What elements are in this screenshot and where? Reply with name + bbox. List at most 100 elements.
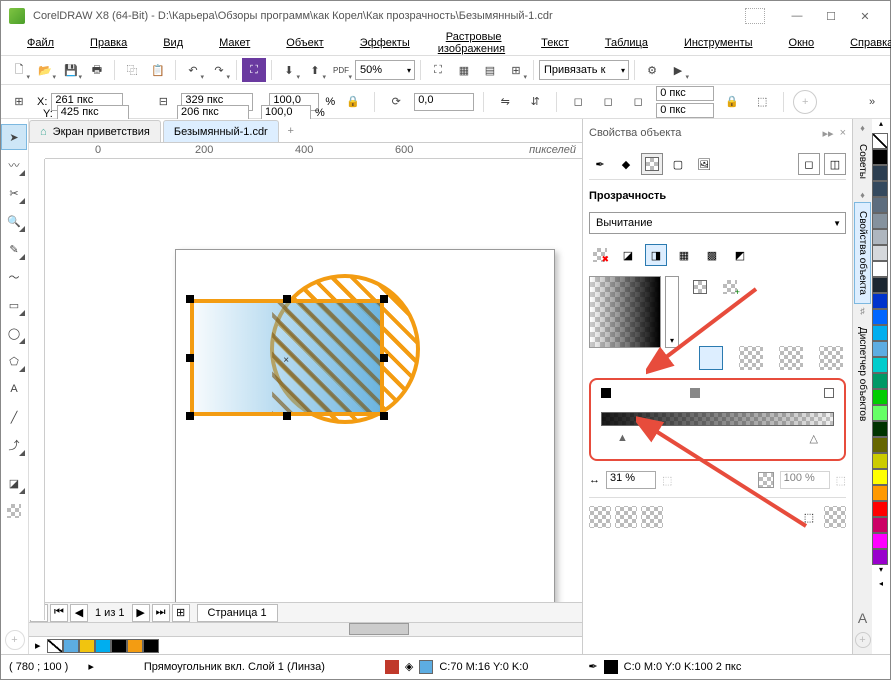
open-button[interactable]: 📂 xyxy=(33,58,57,82)
palette-color[interactable] xyxy=(872,517,888,533)
opacity-1-input[interactable]: 31 % xyxy=(606,471,656,489)
palette-color[interactable] xyxy=(872,501,888,517)
conical-gradient-button[interactable] xyxy=(779,346,803,370)
next-page-button[interactable]: ▶ xyxy=(132,604,150,622)
mirror-h-button[interactable]: ⇋ xyxy=(493,90,517,114)
object-manager-tab[interactable]: Диспетчер объектов xyxy=(854,318,871,430)
mode-2-button[interactable]: ◫ xyxy=(824,153,846,175)
rectangle-object[interactable]: × xyxy=(190,299,384,416)
fill-tab[interactable]: ◆ xyxy=(615,153,637,175)
reverse-icon[interactable]: ↔ xyxy=(589,474,600,486)
palette-color[interactable] xyxy=(872,421,888,437)
snap-select[interactable]: Привязать к xyxy=(539,60,629,80)
palette-up-button[interactable]: ▴ xyxy=(872,119,890,133)
toolbox-add-button[interactable]: + xyxy=(5,630,25,650)
object-properties-side-tab[interactable]: Свойства объекта xyxy=(854,202,871,304)
artistic-media-tool[interactable]: 〜 xyxy=(1,264,27,290)
menu-effects[interactable]: Эффекты xyxy=(344,35,426,51)
apply-fill-button[interactable] xyxy=(589,506,611,528)
palette-color[interactable] xyxy=(872,485,888,501)
pdf-button[interactable]: PDF xyxy=(329,58,353,82)
add-page-after-button[interactable]: ⊞ xyxy=(172,604,190,622)
user-icon[interactable] xyxy=(745,8,765,24)
copy-transparency-button[interactable] xyxy=(824,506,846,528)
last-page-button[interactable]: ⏭ xyxy=(152,604,170,622)
search-button[interactable]: ⛶ xyxy=(242,58,266,82)
pattern-transparency-button[interactable]: ▦ xyxy=(673,244,695,266)
menu-table[interactable]: Таблица xyxy=(589,35,664,51)
palette-color[interactable] xyxy=(872,149,888,165)
color-swatch[interactable] xyxy=(143,639,159,653)
rectangular-gradient-button[interactable] xyxy=(819,346,843,370)
fill-diamond-icon[interactable]: ◈ xyxy=(405,660,413,673)
palette-color[interactable] xyxy=(872,437,888,453)
texture-transparency-button[interactable]: ◩ xyxy=(729,244,751,266)
palette-down-button[interactable]: ▾ xyxy=(872,565,890,579)
outline-pen-icon[interactable]: ✒ xyxy=(588,660,597,673)
menu-object[interactable]: Объект xyxy=(270,35,339,51)
palette-color[interactable] xyxy=(872,357,888,373)
import-button[interactable]: ⬇ xyxy=(277,58,301,82)
menu-window[interactable]: Окно xyxy=(773,35,831,51)
snap-options-button[interactable]: ⊞ xyxy=(504,58,528,82)
palette-arrow[interactable]: ▸ xyxy=(35,639,41,652)
bitmap-tab[interactable]: 🖼 xyxy=(693,153,715,175)
shape-tool[interactable]: 〰 xyxy=(1,152,27,178)
add-docker-button[interactable]: + xyxy=(855,632,871,648)
document-tab[interactable]: Безымянный-1.cdr xyxy=(163,120,279,142)
gradient-slider[interactable] xyxy=(601,412,834,426)
node-color-swatch[interactable] xyxy=(758,472,774,488)
mirror-v-button[interactable]: ⇵ xyxy=(523,90,547,114)
palette-color[interactable] xyxy=(872,181,888,197)
gradient-picker-dropdown[interactable]: ▾ xyxy=(665,276,679,348)
gradient-stop-start[interactable] xyxy=(601,388,611,398)
no-transparency-button[interactable]: ✖ xyxy=(589,244,611,266)
palette-color[interactable] xyxy=(872,229,888,245)
docker-obj-icon[interactable]: ♦ xyxy=(860,190,865,200)
menu-view[interactable]: Вид xyxy=(147,35,199,51)
palette-color[interactable] xyxy=(872,389,888,405)
zoom-select[interactable]: 50% xyxy=(355,60,415,80)
color-swatch[interactable] xyxy=(79,639,95,653)
new-tab-button[interactable]: + xyxy=(281,120,301,142)
color-swatch[interactable] xyxy=(63,639,79,653)
apply-both-button[interactable] xyxy=(641,506,663,528)
welcome-tab[interactable]: ⌂ Экран приветствия xyxy=(29,120,161,142)
first-page-button[interactable]: ⏮ xyxy=(50,604,68,622)
fullscreen-button[interactable]: ⛶ xyxy=(426,58,450,82)
copy-button[interactable]: ⿻ xyxy=(120,58,144,82)
menu-text[interactable]: Текст xyxy=(525,35,585,51)
color-swatch[interactable] xyxy=(127,639,143,653)
transparency-tool[interactable] xyxy=(1,498,27,524)
polygon-tool[interactable]: ⬠ xyxy=(1,348,27,374)
panel-undock-icon[interactable]: ▸▸ xyxy=(823,127,834,140)
text-tool[interactable]: A xyxy=(1,376,27,402)
minimize-button[interactable]: — xyxy=(780,4,814,28)
palette-color[interactable] xyxy=(872,405,888,421)
vertical-ruler[interactable] xyxy=(29,159,45,620)
gradient-preview[interactable] xyxy=(589,276,661,348)
selection-handle[interactable] xyxy=(186,412,194,420)
more-button[interactable]: » xyxy=(860,90,884,114)
rotation-input[interactable]: 0,0 xyxy=(414,93,474,111)
elliptical-gradient-button[interactable] xyxy=(739,346,763,370)
lock-ratio-button[interactable]: 🔒 xyxy=(341,90,365,114)
corner-lock-button[interactable]: 🔒 xyxy=(720,90,744,114)
selection-handle[interactable] xyxy=(380,295,388,303)
corner-3-button[interactable]: ◻ xyxy=(626,90,650,114)
horizontal-ruler[interactable]: 0 200 400 600 пикселей xyxy=(45,143,582,159)
transparency-tab[interactable] xyxy=(641,153,663,175)
connector-tool[interactable]: ⤴ xyxy=(1,432,27,458)
menu-edit[interactable]: Правка xyxy=(74,35,143,51)
freeze-button[interactable]: ⬚ xyxy=(798,506,820,528)
pick-tool[interactable]: ➤ xyxy=(1,124,27,150)
drop-shadow-tool[interactable]: ◪ xyxy=(1,470,27,496)
maximize-button[interactable]: ☐ xyxy=(814,4,848,28)
outline-color-swatch[interactable] xyxy=(604,660,618,674)
undo-button[interactable]: ↶ xyxy=(181,58,205,82)
new-button[interactable]: 🗋 xyxy=(7,58,31,82)
horizontal-scrollbar[interactable] xyxy=(29,622,582,636)
selection-handle[interactable] xyxy=(283,295,291,303)
launch-button[interactable]: ▶ xyxy=(666,58,690,82)
grid-button[interactable]: ▦ xyxy=(452,58,476,82)
